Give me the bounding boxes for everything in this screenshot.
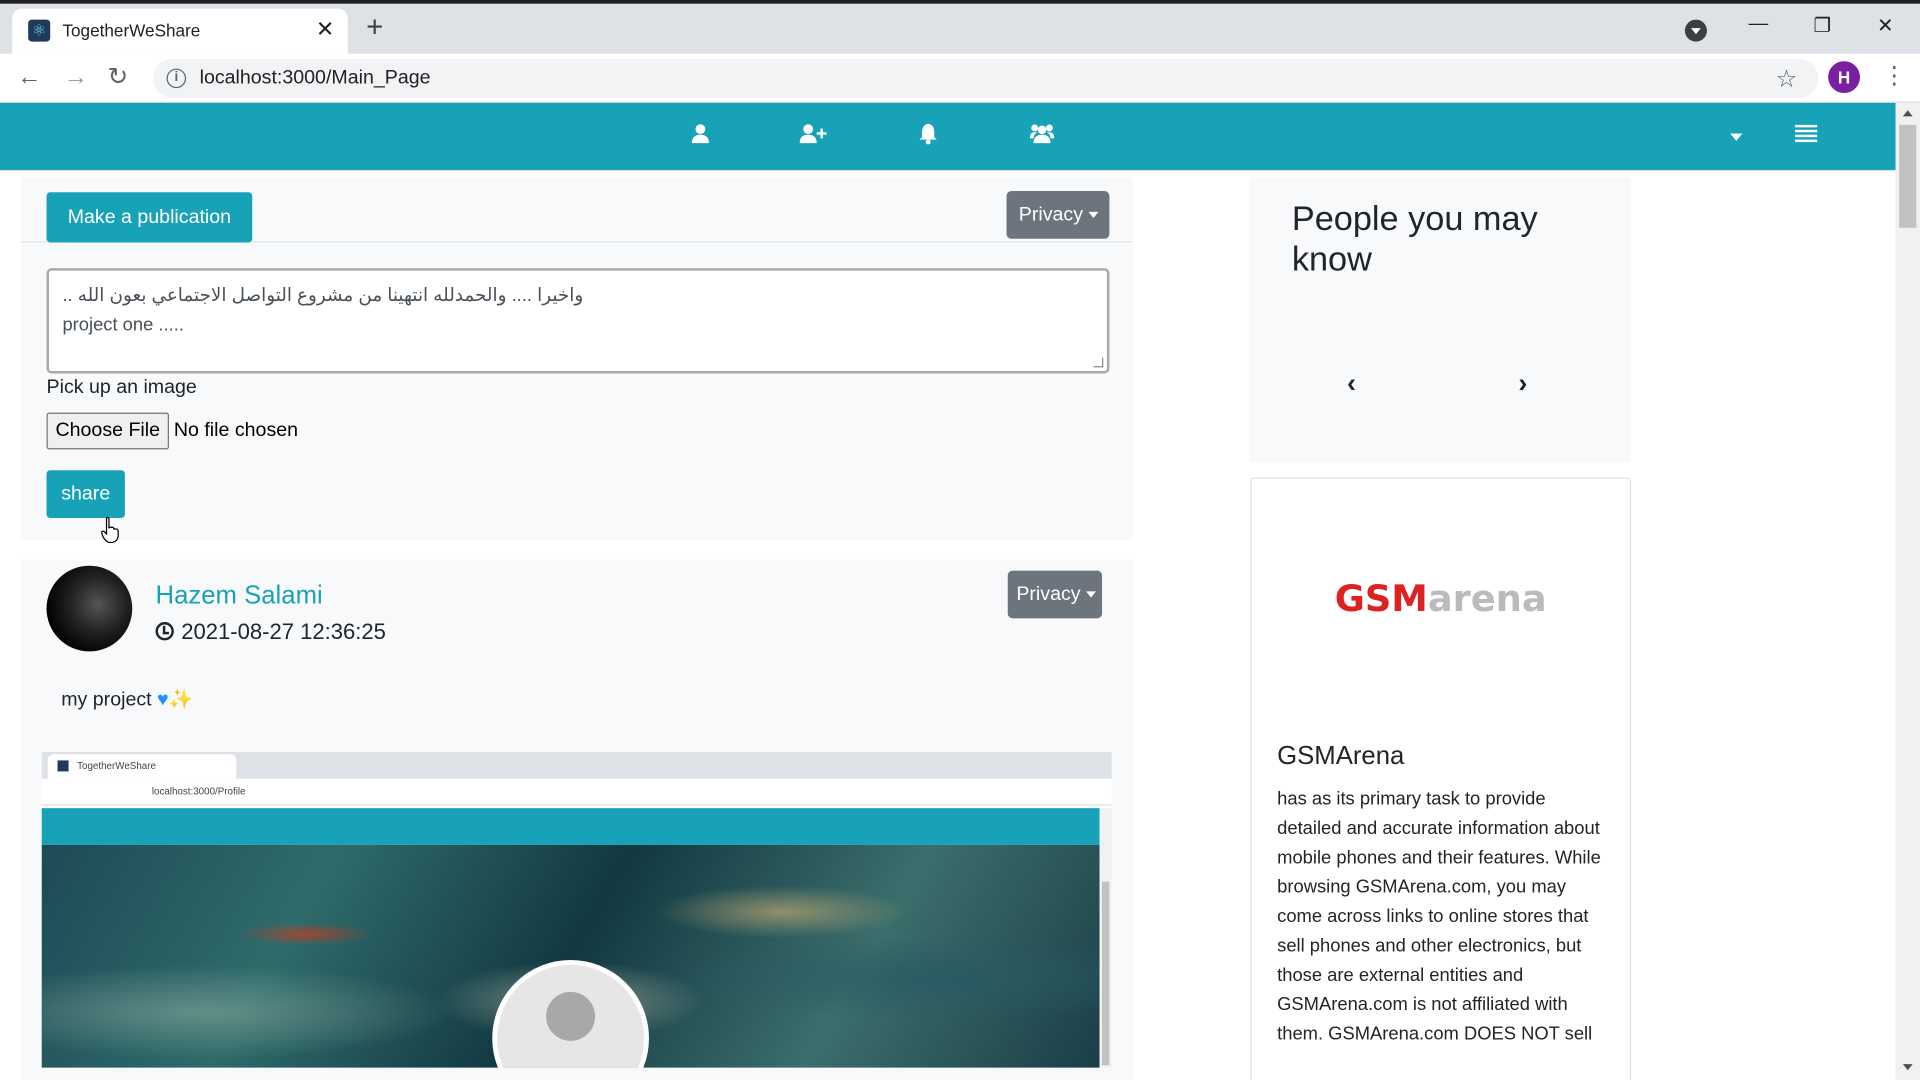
users-icon[interactable] (1029, 124, 1055, 148)
make-publication-tab[interactable]: Make a publication (46, 192, 253, 243)
blue-heart-icon: ♥ (157, 689, 169, 711)
scroll-down-icon[interactable] (1902, 1064, 1913, 1071)
resize-handle[interactable] (1093, 357, 1104, 368)
post-author-link[interactable]: Hazem Salami (156, 582, 323, 611)
no-file-chosen-text: No file chosen (173, 420, 299, 441)
tab-title: TogetherWeShare (62, 20, 201, 41)
browser-menu-icon[interactable]: ⋮ (1882, 64, 1906, 88)
post-image[interactable]: TogetherWeShare localhost:3000/Profile (41, 751, 1112, 1068)
react-favicon-icon: ⚛ (28, 19, 51, 42)
browser-toolbar: ← → ↻ i localhost:3000/Main_Page ☆ (0, 53, 1920, 103)
app-navbar (0, 102, 1896, 171)
logo-gsm: GSM (1334, 577, 1428, 621)
timestamp-text: 2021-08-27 12:36:25 (181, 619, 386, 645)
bookmark-star-icon[interactable]: ☆ (1776, 64, 1798, 95)
choose-file-button[interactable]: Choose File (46, 412, 169, 450)
carousel-prev-icon[interactable]: ‹ (1347, 367, 1356, 399)
site-info-icon[interactable]: i (166, 68, 187, 89)
post-timestamp: 2021-08-27 12:36:25 (155, 619, 386, 646)
scroll-thumb[interactable] (1899, 124, 1917, 228)
ad-title: GSMArena (1277, 742, 1405, 771)
publication-textarea[interactable]: واخيرا .... والحمدلله انتهينا من مشروع ا… (46, 268, 1110, 374)
embedded-scrollbar (1099, 808, 1112, 1068)
url-text[interactable]: localhost:3000/Main_Page (200, 67, 431, 89)
ad-description: has as its primary task to provide detai… (1277, 788, 1601, 1045)
post-text: my project ♥✨ (61, 687, 193, 711)
chevron-down-icon[interactable] (1730, 133, 1743, 141)
logo-arena: arena (1427, 577, 1547, 621)
address-bar[interactable]: i localhost:3000/Main_Page ☆ (153, 58, 1819, 98)
privacy-dropdown[interactable]: Privacy (1006, 191, 1110, 239)
back-icon[interactable]: ← (17, 64, 41, 91)
embedded-tab-title: TogetherWeShare (47, 754, 237, 779)
author-avatar[interactable] (46, 565, 133, 652)
embedded-tab-strip: TogetherWeShare (41, 751, 1112, 779)
page-scrollbar[interactable] (1895, 102, 1920, 1080)
restore-icon[interactable]: ❐ (1813, 13, 1831, 37)
share-button[interactable]: share (46, 470, 125, 518)
pick-image-label: Pick up an image (46, 377, 197, 398)
post-text-content: my project (61, 689, 152, 711)
profile-avatar[interactable]: H (1828, 61, 1861, 94)
post-privacy-dropdown[interactable]: Privacy (1007, 570, 1103, 619)
reload-icon[interactable]: ↻ (108, 64, 129, 91)
browser-tab[interactable]: ⚛ TogetherWeShare ✕ (12, 8, 348, 54)
close-tab-icon[interactable]: ✕ (316, 17, 334, 41)
clock-icon (155, 622, 174, 641)
new-tab-icon[interactable]: + (366, 13, 383, 42)
embedded-url: localhost:3000/Profile (41, 778, 1112, 806)
embedded-navbar (41, 808, 1100, 845)
browser-tab-strip: ⚛ TogetherWeShare ✕ + — ❐ ✕ (0, 0, 1920, 54)
gsmarena-logo[interactable]: GSMarena (1335, 578, 1547, 621)
user-icon[interactable] (691, 124, 709, 148)
list-icon[interactable] (1795, 124, 1818, 143)
forward-icon[interactable]: → (64, 64, 88, 91)
bell-icon[interactable] (918, 123, 938, 150)
scroll-up-icon[interactable] (1902, 110, 1913, 117)
textarea-line-english: project one ..... (62, 314, 184, 336)
textarea-line-arabic: واخيرا .... والحمدلله انتهينا من مشروع ا… (62, 285, 584, 307)
sparkles-icon: ✨ (168, 689, 194, 711)
hand-cursor-icon (101, 516, 119, 544)
close-window-icon[interactable]: ✕ (1877, 13, 1893, 37)
people-you-may-know-title: People you may know (1291, 199, 1538, 278)
carousel-next-icon[interactable]: › (1518, 367, 1527, 399)
user-plus-icon[interactable] (799, 124, 827, 148)
tab-search-icon[interactable] (1684, 19, 1707, 42)
minimize-icon[interactable]: — (1749, 13, 1769, 35)
